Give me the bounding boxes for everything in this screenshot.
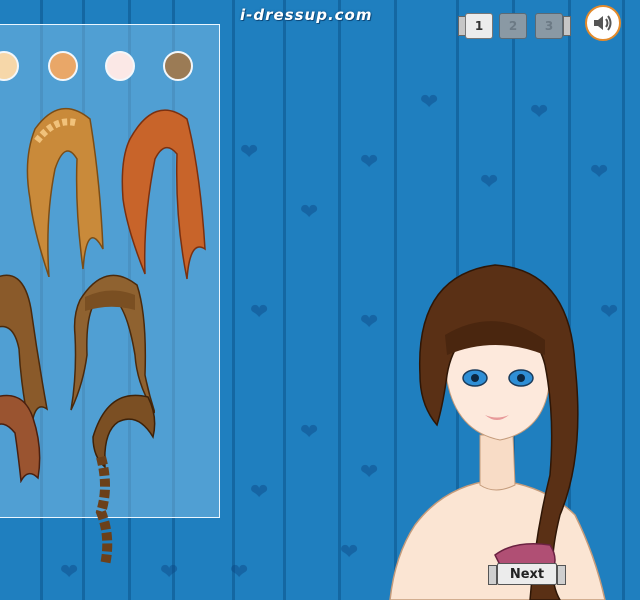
- page-selector-right-cap: [563, 16, 571, 36]
- brown-side-braid-hair[interactable]: [83, 387, 159, 567]
- short-auburn-curly-hair[interactable]: [0, 393, 45, 483]
- sound-toggle-button[interactable]: [585, 5, 621, 41]
- hair-selection-panel: [0, 24, 220, 567]
- swatch-pink[interactable]: [105, 51, 135, 81]
- next-button-left-cap: [488, 565, 497, 585]
- page-3-button[interactable]: 3: [535, 13, 563, 39]
- swatch-olive[interactable]: [163, 51, 193, 81]
- blonde-braided-long-hair[interactable]: [15, 99, 105, 277]
- next-button-right-cap: [557, 565, 566, 585]
- dress-up-model: [389, 264, 606, 600]
- site-title: i-dressup.com: [240, 6, 373, 24]
- next-button[interactable]: Next: [488, 563, 566, 585]
- swatch-tan[interactable]: [48, 51, 78, 81]
- page-1-button[interactable]: 1: [465, 13, 493, 39]
- auburn-long-hair[interactable]: [115, 99, 207, 285]
- next-button-label: Next: [497, 563, 557, 585]
- speaker-icon: [594, 15, 612, 31]
- swatch-light[interactable]: [0, 51, 19, 81]
- page-2-button[interactable]: 2: [499, 13, 527, 39]
